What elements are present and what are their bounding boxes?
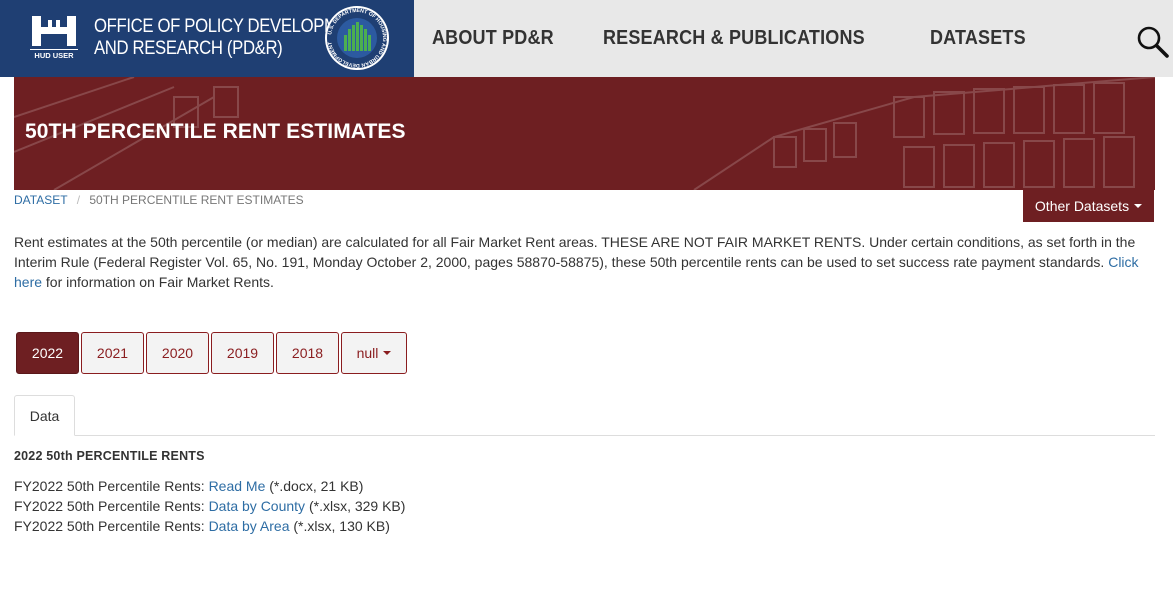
main-nav: ABOUT PD&R RESEARCH & PUBLICATIONS DATAS… [432,0,1073,77]
file-list: FY2022 50th Percentile Rents: Read Me (*… [14,476,405,536]
year-selector: 2022 2021 2020 2019 2018 null [16,332,409,374]
breadcrumb-separator: / [76,193,81,207]
file-meta: (*.docx, 21 KB) [269,478,364,494]
breadcrumb: DATASET / 50TH PERCENTILE RENT ESTIMATES [14,193,304,207]
other-datasets-dropdown[interactable]: Other Datasets [1023,190,1154,222]
description-text: Rent estimates at the 50th percentile (o… [14,234,1136,270]
year-dropdown-label: null [356,345,379,361]
breadcrumb-dataset-link[interactable]: DATASET [14,193,67,207]
description-after: for information on Fair Market Rents. [45,274,274,290]
top-bar: HUD USER OFFICE OF POLICY DEVELOPMENT AN… [0,0,1173,77]
section-title: 2022 50th PERCENTILE RENTS [14,449,205,463]
file-row: FY2022 50th Percentile Rents: Read Me (*… [14,476,405,496]
file-meta: (*.xlsx, 130 KB) [293,518,390,534]
search-icon[interactable] [1136,24,1170,60]
page-hero: 50TH PERCENTILE RENT ESTIMATES [14,77,1155,190]
file-row: FY2022 50th Percentile Rents: Data by Ar… [14,516,405,536]
nav-about[interactable]: ABOUT PD&R [432,27,554,50]
file-meta: (*.xlsx, 329 KB) [308,498,406,514]
file-prefix: FY2022 50th Percentile Rents: [14,518,205,534]
logo-text: HUD USER [34,51,74,60]
content-tabs: Data [14,395,1155,436]
brand-block[interactable]: HUD USER OFFICE OF POLICY DEVELOPMENT AN… [0,0,414,77]
file-prefix: FY2022 50th Percentile Rents: [14,498,205,514]
data-by-area-link[interactable]: Data by Area [209,518,290,534]
file-row: FY2022 50th Percentile Rents: Data by Co… [14,496,405,516]
tab-data[interactable]: Data [14,395,75,436]
nav-research-publications[interactable]: RESEARCH & PUBLICATIONS [603,27,865,50]
caret-down-icon [383,351,392,355]
year-button-2018[interactable]: 2018 [276,332,339,374]
dataset-description: Rent estimates at the 50th percentile (o… [14,232,1154,292]
hud-user-logo: HUD USER [30,16,78,60]
other-datasets-label: Other Datasets [1034,198,1130,214]
year-button-2019[interactable]: 2019 [211,332,274,374]
page-title: 50TH PERCENTILE RENT ESTIMATES [25,120,406,143]
nav-datasets[interactable]: DATASETS [930,27,1026,50]
read-me-link[interactable]: Read Me [209,478,266,494]
hud-seal-icon: U.S. DEPARTMENT OF HOUSING AND URBAN DEV… [325,6,389,70]
file-prefix: FY2022 50th Percentile Rents: [14,478,205,494]
year-button-2022[interactable]: 2022 [16,332,79,374]
data-by-county-link[interactable]: Data by County [209,498,306,514]
year-button-2020[interactable]: 2020 [146,332,209,374]
breadcrumb-current: 50TH PERCENTILE RENT ESTIMATES [89,193,304,207]
caret-down-icon [1134,204,1143,208]
year-dropdown-button[interactable]: null [341,332,407,374]
year-button-2021[interactable]: 2021 [81,332,144,374]
